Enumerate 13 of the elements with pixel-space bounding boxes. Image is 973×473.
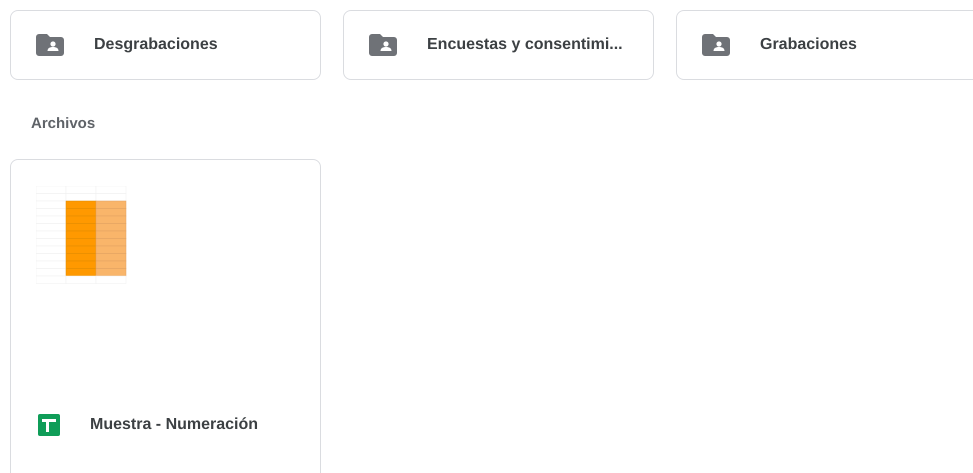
shared-folder-icon bbox=[702, 34, 730, 56]
folder-name: Grabaciones bbox=[760, 36, 857, 54]
folder-card[interactable]: Encuestas y consentimi... bbox=[343, 10, 654, 80]
shared-folder-icon bbox=[36, 34, 64, 56]
folder-name: Encuestas y consentimi... bbox=[427, 36, 623, 54]
folder-card[interactable]: Desgrabaciones bbox=[10, 10, 321, 80]
folder-name: Desgrabaciones bbox=[94, 36, 218, 54]
file-card[interactable]: Muestra - Numeración bbox=[10, 159, 321, 473]
folder-card[interactable]: Grabaciones bbox=[676, 10, 973, 80]
file-name: Muestra - Numeración bbox=[90, 416, 258, 434]
shared-folder-icon bbox=[369, 34, 397, 56]
sheets-icon bbox=[38, 414, 60, 436]
section-heading: Archivos bbox=[30, 114, 96, 134]
